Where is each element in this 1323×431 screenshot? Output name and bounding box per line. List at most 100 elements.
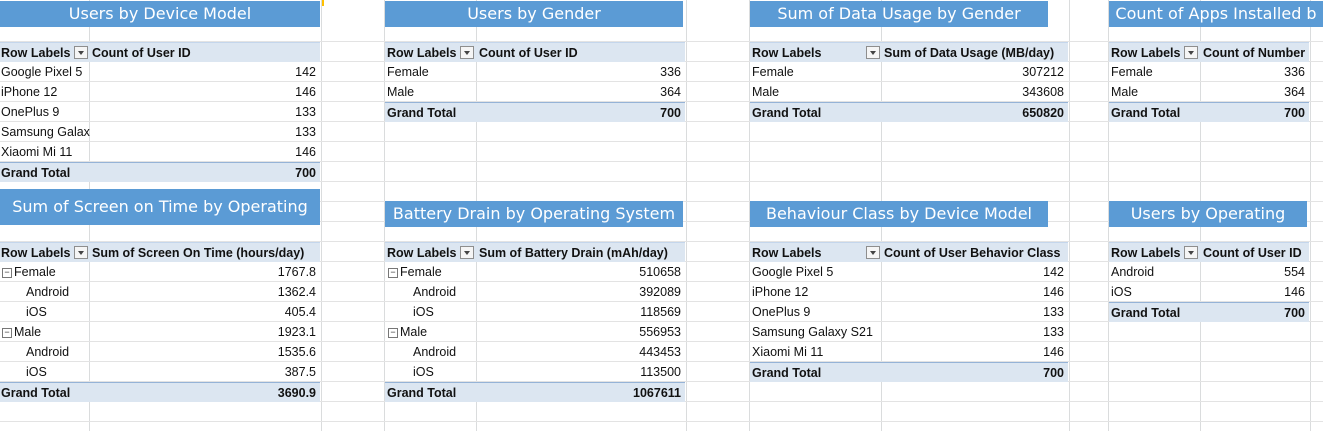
- table-row-group[interactable]: − Male 1923.1: [0, 322, 320, 342]
- pivot-header-row: Row Labels Count of User Behavior Class: [750, 242, 1068, 262]
- grand-total-row: Grand Total 700: [750, 362, 1068, 382]
- gridline: [321, 0, 322, 431]
- row-value: 142: [1043, 265, 1064, 279]
- pivot-table-apps: Row Labels Count of Number o Female 336 M…: [1109, 42, 1309, 122]
- row-value: 554: [1284, 265, 1305, 279]
- row-value: 113500: [640, 365, 681, 379]
- grand-total-value: 700: [1284, 306, 1305, 320]
- filter-dropdown-icon[interactable]: [460, 246, 474, 259]
- value-header: Sum of Data Usage (MB/day): [884, 46, 1055, 60]
- filter-dropdown-icon[interactable]: [460, 46, 474, 59]
- chart-title-gender[interactable]: Users by Gender: [385, 1, 683, 27]
- row-labels-header: Row Labels: [1111, 46, 1181, 60]
- pivot-header-row: Row Labels Count of User ID: [1109, 242, 1309, 262]
- table-row: iPhone 12 146: [0, 82, 320, 102]
- grand-total-label: Grand Total: [1111, 106, 1181, 120]
- row-labels-header: Row Labels: [1111, 246, 1181, 260]
- row-value: 146: [1284, 285, 1305, 299]
- chart-title-apps[interactable]: Count of Apps Installed b: [1109, 1, 1323, 27]
- row-label: iOS: [26, 305, 47, 319]
- chart-title-device[interactable]: Users by Device Model: [0, 1, 320, 27]
- row-value: 387.5: [284, 365, 316, 379]
- row-value: 364: [660, 85, 681, 99]
- row-label: Samsung Galaxy S21: [752, 325, 873, 339]
- value-header: Sum of Screen On Time (hours/day): [92, 246, 305, 260]
- table-row: Male 364: [1109, 82, 1309, 102]
- title-text: Sum of Data Usage by Gender: [777, 4, 1021, 23]
- row-value: 443453: [639, 345, 681, 359]
- value-header: Count of User ID: [92, 46, 191, 60]
- row-value: 336: [660, 65, 681, 79]
- table-row: Android 392089: [385, 282, 685, 302]
- row-label: Female: [400, 265, 442, 279]
- value-header: Count of User ID: [1203, 246, 1302, 260]
- chart-title-data-usage[interactable]: Sum of Data Usage by Gender: [750, 1, 1048, 27]
- row-labels-header: Row Labels: [387, 246, 457, 260]
- table-row-group[interactable]: − Female 1767.8: [0, 262, 320, 282]
- grand-total-label: Grand Total: [1, 166, 71, 180]
- grand-total-value: 700: [1043, 366, 1064, 380]
- collapse-icon[interactable]: −: [388, 268, 398, 278]
- row-label: Male: [752, 85, 780, 99]
- row-value: 146: [1043, 345, 1064, 359]
- collapse-icon[interactable]: −: [2, 328, 12, 338]
- table-row: iOS 146: [1109, 282, 1309, 302]
- row-label: Android: [26, 285, 70, 299]
- grand-total-label: Grand Total: [752, 106, 822, 120]
- grand-total-row: Grand Total 700: [1109, 102, 1309, 122]
- row-label: Android: [1111, 265, 1155, 279]
- table-row-group[interactable]: − Male 556953: [385, 322, 685, 342]
- pivot-header-row: Row Labels Sum of Data Usage (MB/day): [750, 42, 1068, 62]
- chart-title-behaviour[interactable]: Behaviour Class by Device Model: [750, 201, 1048, 227]
- row-value: 307212: [1022, 65, 1064, 79]
- pivot-header-row: Row Labels Sum of Battery Drain (mAh/day…: [385, 242, 685, 262]
- grand-total-value: 700: [295, 166, 316, 180]
- chart-title-battery[interactable]: Battery Drain by Operating System: [385, 201, 683, 227]
- grand-total-row: Grand Total 700: [0, 162, 320, 182]
- row-label: Male: [14, 325, 42, 339]
- collapse-icon[interactable]: −: [388, 328, 398, 338]
- table-row: Android 554: [1109, 262, 1309, 282]
- table-row: iOS 118569: [385, 302, 685, 322]
- table-row: Android 1535.6: [0, 342, 320, 362]
- table-row: Xiaomi Mi 11 146: [750, 342, 1068, 362]
- grand-total-label: Grand Total: [1111, 306, 1181, 320]
- filter-dropdown-icon[interactable]: [74, 246, 88, 259]
- row-value: 118569: [640, 305, 681, 319]
- pivot-table-behaviour: Row Labels Count of User Behavior Class …: [750, 242, 1068, 382]
- value-header: Count of User Behavior Class: [884, 246, 1061, 260]
- table-row: Female 336: [1109, 62, 1309, 82]
- row-label: Xiaomi Mi 11: [1, 145, 73, 159]
- row-label: Male: [387, 85, 415, 99]
- spreadsheet-grid: Users by Device Model Users by Gender Su…: [0, 0, 1323, 431]
- row-value: 364: [1284, 85, 1305, 99]
- table-row: Female 336: [385, 62, 685, 82]
- filter-dropdown-icon[interactable]: [1184, 46, 1198, 59]
- filter-dropdown-icon[interactable]: [866, 46, 880, 59]
- table-row: OnePlus 9 133: [750, 302, 1068, 322]
- table-row: Google Pixel 5 142: [750, 262, 1068, 282]
- row-labels-header: Row Labels: [752, 246, 822, 260]
- row-value: 392089: [639, 285, 681, 299]
- collapse-icon[interactable]: −: [2, 268, 12, 278]
- chart-title-os-users[interactable]: Users by Operating: [1109, 201, 1307, 227]
- filter-dropdown-icon[interactable]: [74, 46, 88, 59]
- selection-marker: [322, 0, 324, 6]
- row-value: 1362.4: [277, 285, 316, 299]
- table-row: iOS 405.4: [0, 302, 320, 322]
- chart-title-screen-time[interactable]: Sum of Screen on Time by Operating: [0, 189, 320, 225]
- grand-total-label: Grand Total: [1, 386, 71, 400]
- table-row-group[interactable]: − Female 510658: [385, 262, 685, 282]
- filter-dropdown-icon[interactable]: [1184, 246, 1198, 259]
- grand-total-value: 650820: [1022, 106, 1064, 120]
- row-label: iPhone 12: [1, 85, 58, 99]
- row-value: 146: [1043, 285, 1064, 299]
- row-label: Android: [413, 285, 457, 299]
- filter-dropdown-icon[interactable]: [866, 246, 880, 259]
- row-label: OnePlus 9: [752, 305, 811, 319]
- grand-total-label: Grand Total: [752, 366, 822, 380]
- row-label: Samsung Galax: [1, 125, 90, 139]
- row-label: iOS: [413, 305, 434, 319]
- row-label: OnePlus 9: [1, 105, 60, 119]
- pivot-table-device: Row Labels Count of User ID Google Pixel…: [0, 42, 320, 182]
